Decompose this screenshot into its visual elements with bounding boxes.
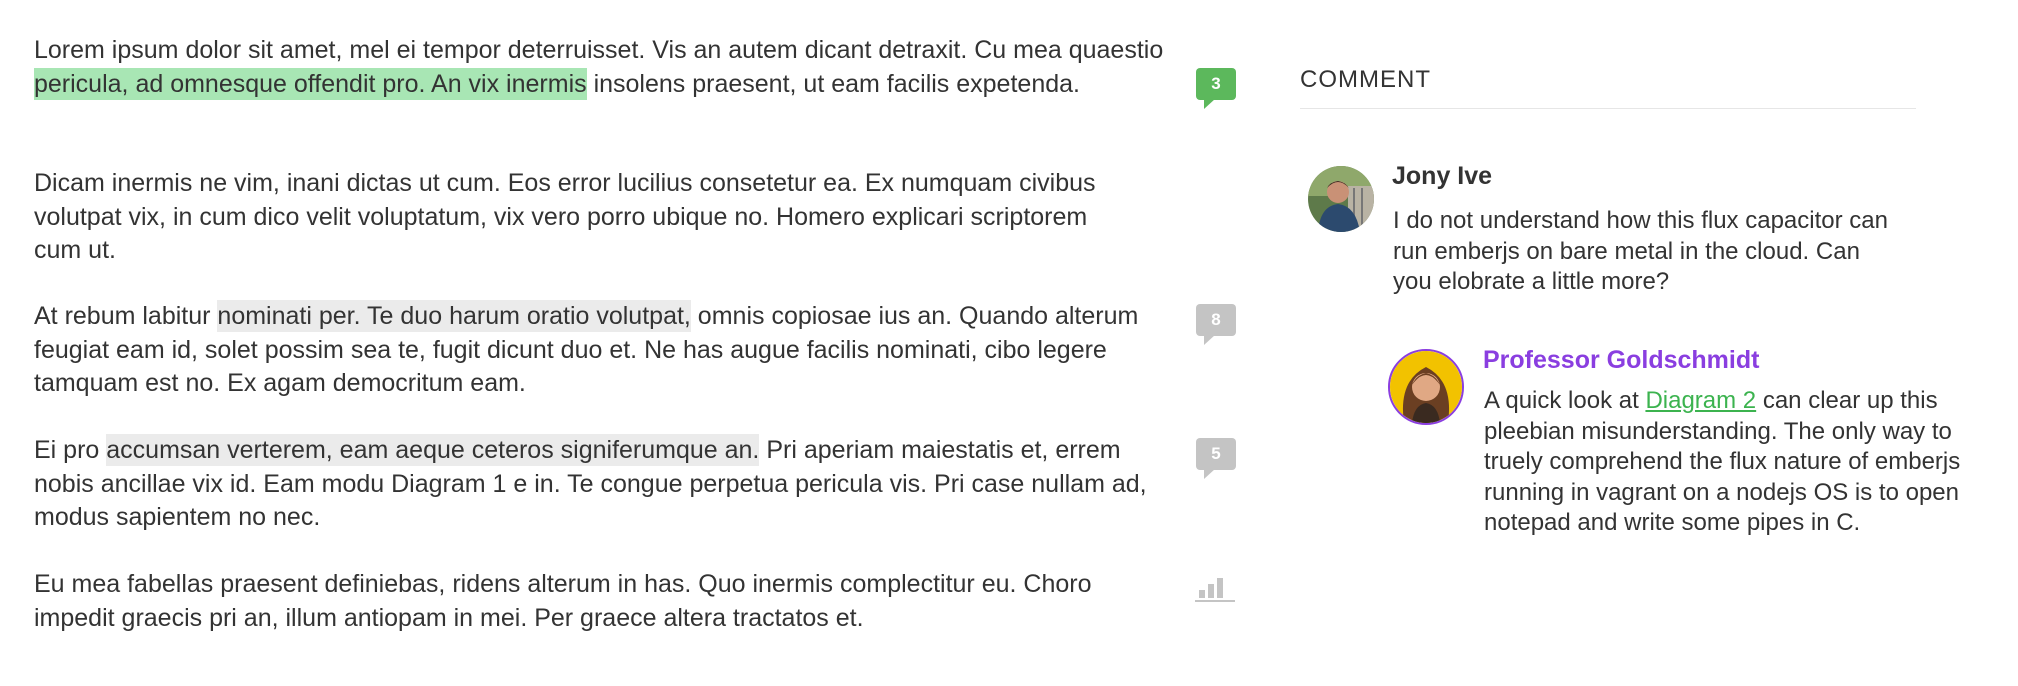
avatar-photo-woman — [1390, 351, 1462, 423]
diagram-link[interactable]: Diagram 2 — [1645, 387, 1756, 414]
divider — [1300, 108, 1916, 109]
avatar[interactable] — [1308, 166, 1374, 232]
paragraph-4: Ei pro accumsan verterem, eam aeque cete… — [34, 434, 1164, 535]
bar-chart-icon[interactable] — [1195, 572, 1235, 602]
comment-text: A quick look at — [1484, 387, 1646, 414]
comment-body: A quick look at Diagram 2 can clear up t… — [1484, 386, 1984, 539]
paragraph-text: insolens praesent, ut eam facilis expete… — [586, 69, 1080, 98]
comment-author[interactable]: Professor Goldschmidt — [1483, 346, 1759, 375]
avatar[interactable] — [1388, 349, 1464, 425]
paragraph-5: Eu mea fabellas praesent definiebas, rid… — [34, 570, 1092, 632]
paragraph-3: At rebum labitur nominati per. Te duo ha… — [34, 300, 1164, 401]
highlighted-text[interactable]: nominati per. Te duo harum oratio volutp… — [217, 300, 691, 332]
paragraph-text: Ei pro — [34, 436, 107, 464]
avatar-photo-man — [1308, 166, 1374, 232]
paragraph-2: Dicam inermis ne vim, inani dictas ut cu… — [34, 169, 1096, 264]
comment-count-marker-active[interactable]: 3 — [1196, 68, 1236, 109]
comment-count-marker[interactable]: 5 — [1196, 438, 1236, 479]
paragraph-text: At rebum labitur — [34, 302, 218, 330]
comment-panel-title: COMMENT — [1300, 66, 1431, 93]
comment-count-marker[interactable]: 8 — [1196, 304, 1236, 345]
paragraph-text: Lorem ipsum dolor sit amet, mel ei tempo… — [34, 36, 1164, 64]
comment-body: I do not understand how this flux capaci… — [1393, 207, 1888, 295]
highlighted-text-active[interactable]: pericula, ad omnesque offendit pro. An v… — [34, 67, 587, 100]
comment-author[interactable]: Jony Ive — [1392, 162, 1492, 191]
highlighted-text[interactable]: accumsan verterem, eam aeque ceteros sig… — [106, 434, 760, 466]
paragraph-1: Lorem ipsum dolor sit amet, mel ei tempo… — [34, 34, 1164, 101]
